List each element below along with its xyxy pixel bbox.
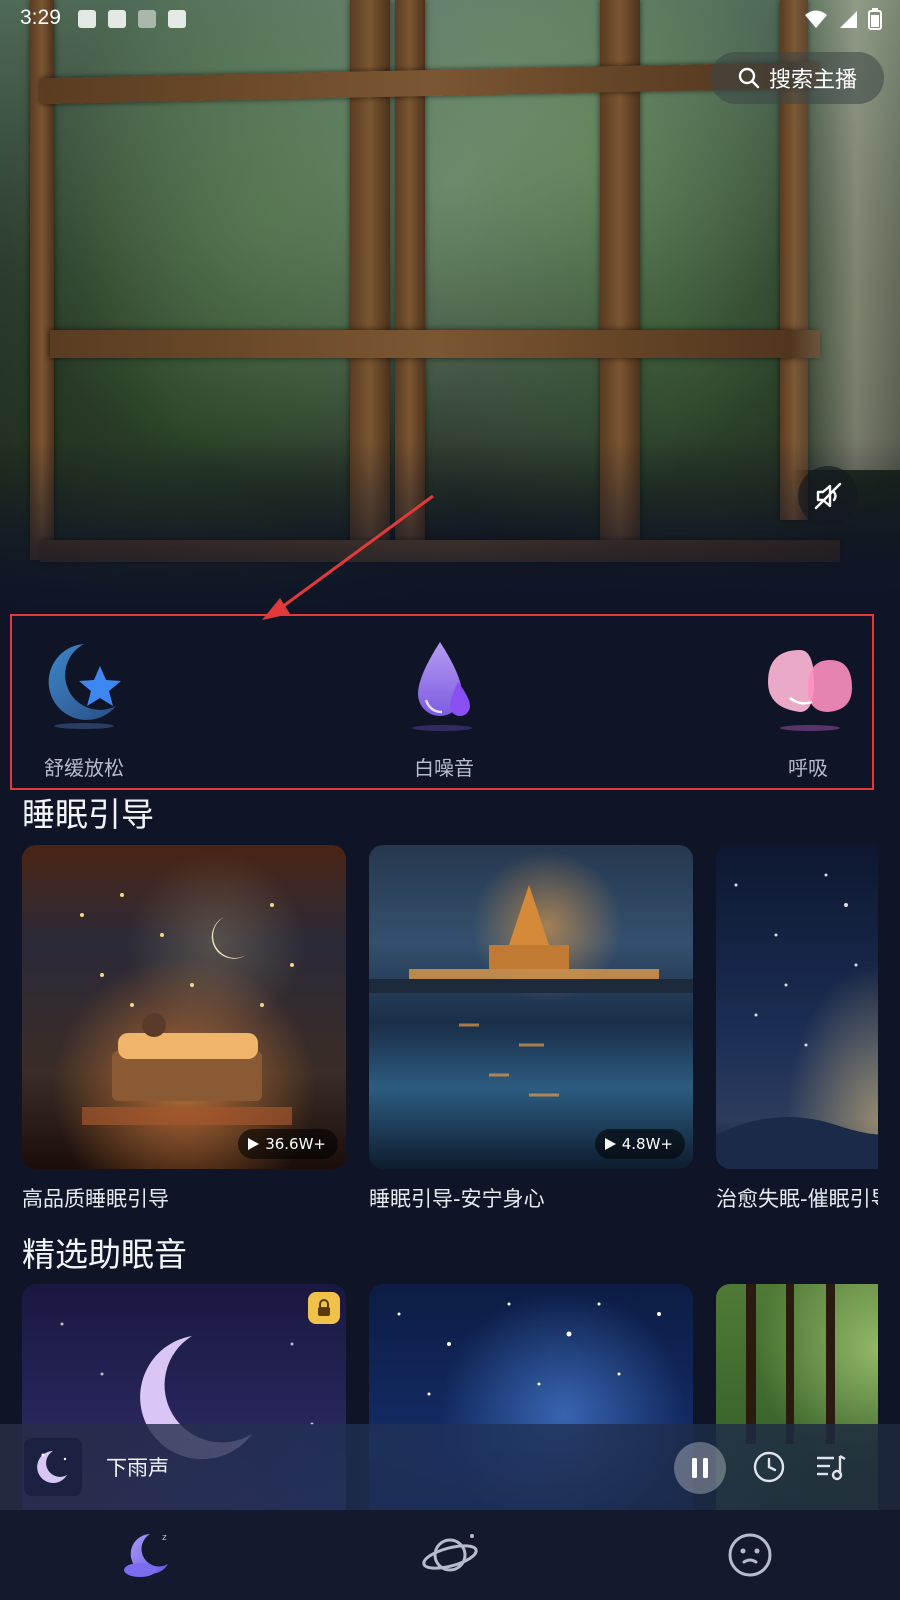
play-icon <box>604 1138 616 1150</box>
category-label: 呼吸 <box>788 756 828 780</box>
sleep-guide-row[interactable]: 36.6W+ 高品质睡眠引导 4.8W+ 睡眠引导-安宁身心 治愈失眠-催眠引导 <box>22 845 878 1225</box>
card-title: 睡眠引导-安宁身心 <box>369 1187 545 1211</box>
sleep-guide-card[interactable]: 治愈失眠-催眠引导 <box>716 845 878 1213</box>
mute-speaker-icon <box>814 482 842 510</box>
notification-icons <box>78 10 186 28</box>
play-count-badge: 4.8W+ <box>594 1129 685 1159</box>
lock-badge <box>308 1292 340 1324</box>
moon-star-icon <box>48 644 121 729</box>
window-frame <box>50 330 820 358</box>
card-title: 高品质睡眠引导 <box>22 1187 169 1211</box>
starry-sky-illustration <box>716 873 878 1169</box>
system-icons <box>804 8 882 30</box>
status-time: 3:29 <box>20 6 61 29</box>
category-label: 舒缓放松 <box>44 756 124 780</box>
sleep-moon-icon: z <box>124 1533 168 1577</box>
river-pagoda-illustration <box>369 885 693 1097</box>
category-white-noise[interactable]: 白噪音 <box>374 636 514 781</box>
pause-button[interactable] <box>674 1442 726 1494</box>
search-anchor-button[interactable]: 搜索主播 <box>710 52 884 104</box>
nav-sleep-tab[interactable]: z <box>120 1530 180 1580</box>
hero-fade <box>0 440 900 610</box>
mini-player-cover[interactable] <box>24 1438 82 1496</box>
wifi-icon <box>805 10 827 28</box>
status-bar: 3:29 <box>0 0 900 40</box>
sleep-guide-card[interactable]: 4.8W+ 睡眠引导-安宁身心 <box>369 845 693 1213</box>
clock-icon <box>753 1451 785 1483</box>
play-count: 4.8W+ <box>621 1135 673 1153</box>
lock-icon <box>318 1299 330 1316</box>
face-icon <box>728 1533 772 1577</box>
nav-profile-tab[interactable] <box>720 1530 780 1580</box>
battery-icon <box>868 8 882 30</box>
card-title: 治愈失眠-催眠引导 <box>716 1187 878 1211</box>
water-drop-icon <box>412 642 472 731</box>
play-count: 36.6W+ <box>265 1135 326 1153</box>
pause-icon <box>692 1458 708 1478</box>
bedroom-illustration <box>80 893 294 1125</box>
category-breathing[interactable]: 呼吸 <box>738 636 878 781</box>
planet-icon <box>422 1534 478 1572</box>
play-count-badge: 36.6W+ <box>238 1129 338 1159</box>
now-playing-title: 下雨声 <box>106 1456 169 1480</box>
sleep-timer-button[interactable] <box>752 1450 786 1488</box>
category-highlight-box: 舒缓放松 白噪音 呼吸 <box>10 614 874 790</box>
mute-button[interactable] <box>798 466 858 526</box>
play-icon <box>248 1138 260 1150</box>
mini-player[interactable]: 下雨声 <box>0 1424 900 1510</box>
image-icon <box>108 10 126 28</box>
bottom-nav: z <box>0 1510 900 1600</box>
category-relax[interactable]: 舒缓放松 <box>14 636 154 781</box>
search-icon <box>738 67 760 89</box>
section-title-sleep-guide: 睡眠引导 <box>22 795 154 834</box>
search-label: 搜索主播 <box>768 68 857 93</box>
lungs-icon <box>768 650 852 731</box>
signal-icon <box>840 11 857 28</box>
card-thumbnail: 4.8W+ <box>369 845 693 1169</box>
card-thumbnail: 36.6W+ <box>22 845 346 1169</box>
svg-text:z: z <box>162 1533 167 1543</box>
moon-cover-icon <box>37 1451 67 1483</box>
notification-icon <box>78 10 96 28</box>
nav-explore-tab[interactable] <box>420 1530 480 1580</box>
playlist-icon <box>817 1454 846 1481</box>
card-thumbnail <box>716 845 878 1169</box>
category-label: 白噪音 <box>414 756 474 780</box>
app-icon <box>138 10 156 28</box>
sleep-guide-card[interactable]: 36.6W+ 高品质睡眠引导 <box>22 845 346 1213</box>
app-icon <box>168 10 186 28</box>
playlist-button[interactable] <box>814 1450 848 1488</box>
section-title-featured-sounds: 精选助眠音 <box>22 1235 187 1274</box>
